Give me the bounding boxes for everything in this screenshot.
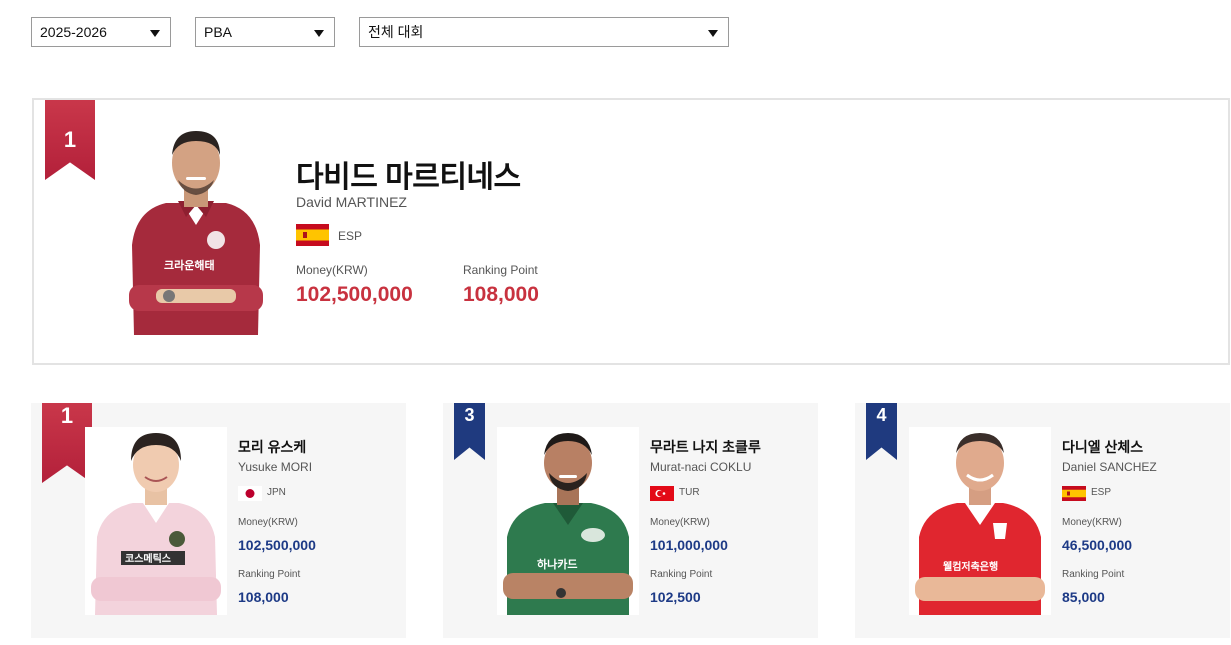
jersey-text: 코스메틱스 — [125, 552, 171, 565]
nationality-code: ESP — [338, 229, 363, 243]
ranking-point-value: 102,500 — [650, 589, 701, 605]
money-value: 101,000,000 — [650, 537, 728, 553]
rank-number: 1 — [63, 127, 77, 152]
money-label: Money(KRW) — [238, 517, 298, 528]
player-name-korean: 모리 유스케 — [238, 439, 307, 455]
league-select-value: PBA — [204, 24, 233, 40]
ranking-point-label: Ranking Point — [650, 569, 713, 580]
player-card[interactable]: 1 코스메틱스 모리 유스케 Yusuke MORI JPN Money(KRW… — [31, 403, 406, 638]
ranking-point-label: Ranking Point — [463, 263, 538, 277]
ranking-point-label: Ranking Point — [1062, 569, 1125, 580]
player-name-korean: 다니엘 산체스 — [1062, 439, 1144, 455]
featured-player-card[interactable]: 1 크라운해태 다비드 마르티네스 David MARTINEZ ESP Mon… — [32, 98, 1230, 365]
nationality-code: ESP — [1091, 487, 1112, 498]
nationality-code: TUR — [679, 487, 700, 498]
jersey-text: 웰컴저축은행 — [943, 560, 998, 573]
player-photo: 웰컴저축은행 — [909, 427, 1051, 615]
spain-flag-icon — [296, 224, 329, 246]
rank-number: 3 — [464, 405, 475, 425]
jersey-text: 하나카드 — [537, 557, 577, 571]
event-select[interactable]: 전체 대회 — [359, 17, 729, 47]
ranking-point-value: 108,000 — [463, 283, 539, 306]
player-photo: 코스메틱스 — [85, 427, 227, 615]
ranking-point-value: 85,000 — [1062, 589, 1105, 605]
rank-ribbon: 4 — [866, 403, 897, 460]
event-select-value: 전체 대회 — [368, 24, 424, 40]
player-name-korean: 무라트 나지 초클루 — [650, 439, 761, 455]
rank-number: 4 — [876, 405, 887, 425]
player-card[interactable]: 4 웰컴저축은행 다니엘 산체스 Daniel SANCHEZ ESP Mone… — [855, 403, 1230, 638]
season-select[interactable]: 2025-2026 — [31, 17, 171, 47]
player-photo: 크라운해태 — [129, 131, 263, 335]
ranking-point-value: 108,000 — [238, 589, 289, 605]
money-value: 46,500,000 — [1062, 537, 1133, 553]
player-name-english: David MARTINEZ — [296, 194, 407, 210]
jersey-text: 크라운해태 — [164, 258, 215, 272]
season-select-value: 2025-2026 — [40, 24, 107, 40]
spain-flag-icon — [1062, 486, 1086, 501]
money-value: 102,500,000 — [238, 537, 316, 553]
player-name-english: Murat-naci COKLU — [650, 460, 752, 474]
player-name-korean: 다비드 마르티네스 — [296, 161, 521, 194]
league-select[interactable]: PBA — [195, 17, 335, 47]
ranking-point-label: Ranking Point — [238, 569, 301, 580]
money-label: Money(KRW) — [650, 517, 710, 528]
player-name-english: Yusuke MORI — [238, 460, 313, 474]
money-label: Money(KRW) — [1062, 517, 1122, 528]
japan-flag-icon — [238, 486, 262, 501]
money-value: 102,500,000 — [296, 283, 413, 306]
player-card[interactable]: 3 하나카드 무라트 나지 초클루 Murat-naci COKLU TUR M… — [443, 403, 818, 638]
chevron-down-icon — [708, 30, 718, 37]
chevron-down-icon — [150, 30, 160, 37]
rank-number: 1 — [60, 403, 74, 428]
turkey-flag-icon — [650, 486, 674, 501]
nationality-code: JPN — [267, 487, 286, 498]
player-photo: 하나카드 — [497, 427, 639, 615]
rank-ribbon: 3 — [454, 403, 485, 460]
rank-ribbon: 1 — [45, 100, 95, 180]
player-name-english: Daniel SANCHEZ — [1062, 460, 1157, 474]
chevron-down-icon — [314, 30, 324, 37]
money-label: Money(KRW) — [296, 263, 368, 277]
